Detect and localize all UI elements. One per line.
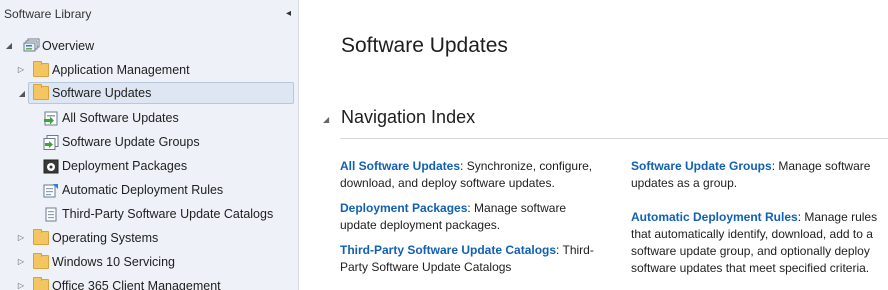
tree-item-label: Application Management xyxy=(52,63,190,77)
section-divider xyxy=(340,138,888,139)
expand-arrow-icon[interactable]: ▷ xyxy=(16,251,26,273)
index-entry-deployment-packages: Deployment Packages: Manage software upd… xyxy=(340,200,595,234)
navigation-pane: Software Library ◂ ◢ Overview ▷ Applicat… xyxy=(0,0,299,290)
expand-arrow-icon[interactable]: ▷ xyxy=(16,227,26,249)
nav-pane-title: Software Library xyxy=(4,7,92,21)
tree-item-label: Operating Systems xyxy=(52,231,159,245)
expand-arrow-icon[interactable]: ▷ xyxy=(16,275,26,290)
expand-arrow-icon[interactable]: ▷ xyxy=(16,59,26,81)
tree-item-third-party-catalogs[interactable]: Third-Party Software Update Catalogs xyxy=(0,203,298,225)
folder-icon xyxy=(33,253,49,269)
tree-item-windows-10-servicing[interactable]: ▷ Windows 10 Servicing xyxy=(0,251,298,273)
all-software-updates-icon xyxy=(43,111,59,126)
tree-item-label: Third-Party Software Update Catalogs xyxy=(62,207,274,221)
collapse-pane-icon[interactable]: ◂ xyxy=(286,0,291,28)
deployment-packages-icon xyxy=(43,159,59,174)
content-pane: Software Updates ◢ Navigation Index All … xyxy=(299,0,888,290)
tree-item-software-updates[interactable]: ◢ Software Updates xyxy=(19,82,294,104)
nav-pane-header: Software Library ◂ xyxy=(0,0,298,28)
tree-item-label: Windows 10 Servicing xyxy=(52,255,175,269)
index-entry-third-party-catalogs: Third-Party Software Update Catalogs: Th… xyxy=(340,242,600,276)
index-entry-software-update-groups: Software Update Groups: Manage software … xyxy=(631,158,881,192)
folder-icon xyxy=(33,61,49,77)
index-entry-automatic-deployment-rules: Automatic Deployment Rules: Manage rules… xyxy=(631,209,885,277)
link-software-update-groups[interactable]: Software Update Groups xyxy=(631,159,772,173)
collapse-section-icon[interactable]: ◢ xyxy=(323,115,329,124)
software-update-groups-icon xyxy=(43,135,59,150)
tree-item-label: Automatic Deployment Rules xyxy=(62,183,224,197)
link-automatic-deployment-rules[interactable]: Automatic Deployment Rules xyxy=(631,210,798,224)
tree-item-all-software-updates[interactable]: All Software Updates xyxy=(0,107,298,129)
tree-item-automatic-deployment-rules[interactable]: Automatic Deployment Rules xyxy=(0,179,298,201)
tree-item-software-update-groups[interactable]: Software Update Groups xyxy=(0,131,298,153)
tree-item-label: Deployment Packages xyxy=(62,159,188,173)
tree-item-deployment-packages[interactable]: Deployment Packages xyxy=(0,155,298,177)
tree-item-office-365-client-management[interactable]: ▷ Office 365 Client Management xyxy=(0,275,298,290)
folder-icon xyxy=(33,229,49,245)
catalog-icon xyxy=(43,207,59,222)
page-title: Software Updates xyxy=(341,34,508,57)
link-deployment-packages[interactable]: Deployment Packages xyxy=(340,201,467,215)
section-title: Navigation Index xyxy=(341,107,476,127)
collapse-arrow-icon[interactable]: ◢ xyxy=(4,35,14,57)
tree-item-label: Office 365 Client Management xyxy=(52,279,221,290)
tree-item-label: Software Update Groups xyxy=(62,135,200,149)
tree-item-application-management[interactable]: ▷ Application Management xyxy=(0,59,298,81)
folder-icon xyxy=(33,84,49,100)
link-third-party-catalogs[interactable]: Third-Party Software Update Catalogs xyxy=(340,243,556,257)
tree-item-operating-systems[interactable]: ▷ Operating Systems xyxy=(0,227,298,249)
link-all-software-updates[interactable]: All Software Updates xyxy=(340,159,460,173)
collapse-arrow-icon[interactable]: ◢ xyxy=(17,83,27,105)
tree-item-label: Software Updates xyxy=(52,86,152,100)
overview-icon xyxy=(23,38,40,52)
tree-item-overview[interactable]: ◢ Overview xyxy=(0,35,298,57)
tree-item-label: Overview xyxy=(42,39,95,53)
index-entry-all-software-updates: All Software Updates: Synchronize, confi… xyxy=(340,158,595,192)
tree-item-label: All Software Updates xyxy=(62,111,179,125)
automatic-deployment-rules-icon xyxy=(43,183,59,198)
folder-icon xyxy=(33,277,49,290)
